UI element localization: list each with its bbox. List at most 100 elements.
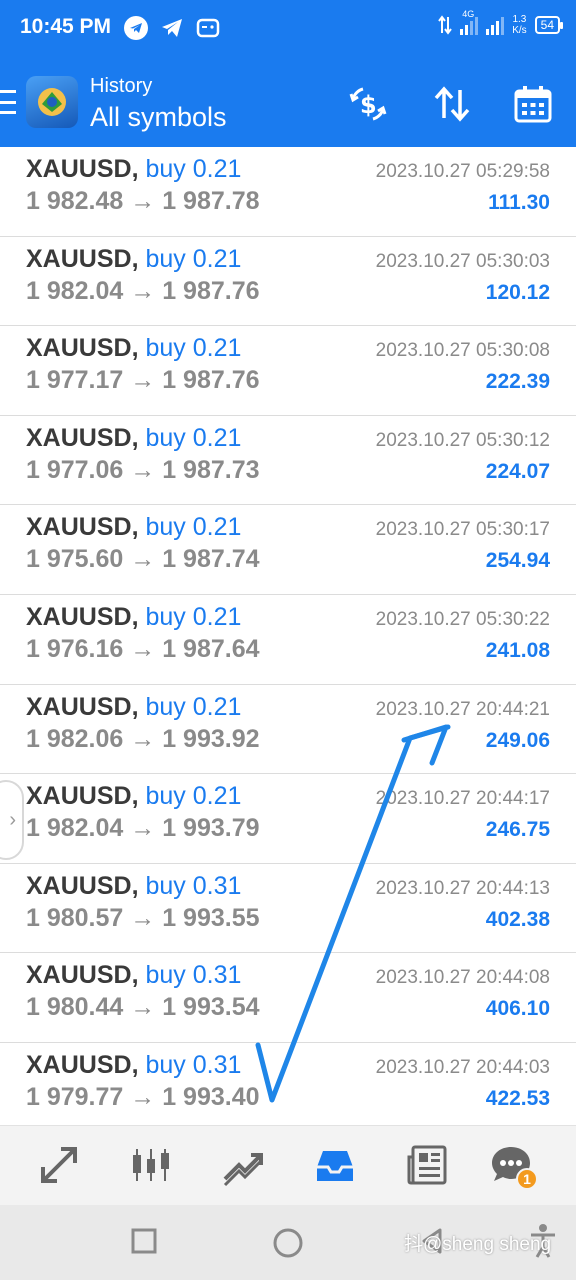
- trade-side: buy 0.21: [145, 155, 242, 183]
- trade-time: 2023.10.27 05:30:08: [375, 340, 550, 362]
- network-speed: 1.3 K/s: [512, 14, 526, 36]
- trade-side: buy 0.21: [145, 602, 242, 631]
- home-icon[interactable]: [272, 1227, 304, 1264]
- trade-time: 2023.10.27 20:44:03: [375, 1056, 550, 1078]
- trade-side: buy 0.31: [145, 871, 242, 900]
- status-right: 4G 1.3 K/s 54: [438, 9, 564, 36]
- app-bar: History All symbols $: [0, 60, 576, 147]
- trade-row[interactable]: XAUUSD, buy 0.31 1 979.77 → 1 993.40 202…: [0, 1043, 576, 1125]
- trade-prices: 1 980.44 → 1 993.54: [26, 993, 260, 1022]
- trade-symbol: XAUUSD,: [26, 513, 139, 542]
- edge-panel-handle[interactable]: ›: [0, 780, 24, 860]
- trade-profit: 111.30: [488, 191, 550, 214]
- trade-symbol: XAUUSD,: [26, 692, 139, 721]
- trade-row[interactable]: XAUUSD, buy 0.21 1 982.04 → 1 993.79 202…: [0, 774, 576, 864]
- trade-side: buy 0.21: [145, 692, 242, 721]
- menu-icon[interactable]: [0, 90, 16, 114]
- trade-prices: 1 982.48 → 1 987.78: [26, 187, 260, 215]
- trade-prices: 1 980.57 → 1 993.55: [26, 903, 260, 932]
- trade-symbol-line: XAUUSD, buy 0.21: [26, 603, 241, 632]
- status-time: 10:45 PM: [20, 15, 112, 38]
- trade-profit: 224.07: [485, 459, 550, 483]
- trade-profit: 241.08: [485, 638, 550, 662]
- trade-symbol-line: XAUUSD, buy 0.31: [26, 872, 241, 901]
- currency-exchange-icon[interactable]: $: [346, 82, 390, 126]
- trade-prices: 1 979.77 → 1 993.40: [26, 1082, 260, 1111]
- trade-side: buy 0.21: [145, 244, 242, 273]
- page-subtitle: History: [90, 75, 153, 97]
- recents-icon[interactable]: [130, 1227, 158, 1260]
- trade-side: buy 0.21: [145, 782, 242, 811]
- trade-prices: 1 982.04 → 1 987.76: [26, 276, 260, 305]
- trade-row[interactable]: XAUUSD, buy 0.21 1 977.17 → 1 987.76 202…: [0, 326, 576, 416]
- trade-symbol-line: XAUUSD, buy 0.21: [26, 782, 241, 811]
- network-label: 4G: [462, 9, 475, 19]
- trade-side: buy 0.21: [145, 513, 242, 542]
- trade-symbol: XAUUSD,: [26, 871, 139, 900]
- trade-symbol-line: XAUUSD, buy 0.21: [26, 245, 241, 274]
- bottom-navigation: 1: [0, 1125, 576, 1205]
- svg-text:$: $: [360, 91, 377, 119]
- trade-profit: 402.38: [485, 907, 550, 931]
- watermark-text: 抖@sheng sheng: [404, 1234, 552, 1255]
- game-icon: [196, 17, 220, 44]
- trade-icon[interactable]: [220, 1142, 266, 1188]
- trade-prices: 1 977.06 → 1 987.73: [26, 455, 260, 484]
- trade-prices: 1 977.17 → 1 987.76: [26, 366, 260, 395]
- trade-symbol-line: XAUUSD, buy 0.31: [26, 961, 241, 990]
- trade-time: 2023.10.27 20:44:08: [375, 967, 550, 989]
- trade-row[interactable]: XAUUSD, buy 0.21 1 976.16 → 1 987.64 202…: [0, 595, 576, 685]
- trade-prices: 1 982.04 → 1 993.79: [26, 814, 260, 843]
- trade-profit: 406.10: [485, 997, 550, 1021]
- trade-prices: 1 976.16 → 1 987.64: [26, 634, 260, 663]
- trade-symbol: XAUUSD,: [26, 1050, 139, 1079]
- speed-unit: K/s: [512, 25, 527, 36]
- trade-row[interactable]: XAUUSD, buy 0.21 1 975.60 → 1 987.74 202…: [0, 505, 576, 595]
- calendar-icon[interactable]: [511, 82, 555, 126]
- trade-row[interactable]: XAUUSD, buy 0.21 1 982.48 → 1 987.78 202…: [0, 147, 576, 237]
- trade-profit: 222.39: [485, 370, 550, 394]
- trade-symbol-line: XAUUSD, buy 0.21: [26, 424, 241, 453]
- trade-symbol: XAUUSD,: [26, 602, 139, 631]
- trade-time: 2023.10.27 05:30:22: [375, 608, 550, 630]
- trade-history-list[interactable]: XAUUSD, buy 0.21 1 982.48 → 1 987.78 202…: [0, 147, 576, 1125]
- history-icon[interactable]: [312, 1142, 358, 1188]
- trade-row[interactable]: XAUUSD, buy 0.31 1 980.44 → 1 993.54 202…: [0, 953, 576, 1043]
- top-header: 10:45 PM 4G 1.3 K/s 54 History All symbo…: [0, 0, 576, 147]
- quotes-icon[interactable]: [36, 1142, 82, 1188]
- trade-symbol-line: XAUUSD, buy 0.21: [26, 693, 241, 722]
- telegram-icon: [124, 16, 148, 40]
- trade-symbol: XAUUSD,: [26, 961, 139, 990]
- trade-symbol-line: XAUUSD, buy 0.21: [26, 155, 241, 184]
- trade-time: 2023.10.27 20:44:21: [375, 698, 550, 720]
- trade-prices: 1 975.60 → 1 987.74: [26, 545, 260, 574]
- trade-row[interactable]: XAUUSD, buy 0.21 1 982.06 → 1 993.92 202…: [0, 685, 576, 775]
- messages-badge: 1: [516, 1168, 538, 1190]
- messages-icon[interactable]: 1: [488, 1142, 538, 1190]
- trade-row[interactable]: XAUUSD, buy 0.31 1 980.57 → 1 993.55 202…: [0, 864, 576, 954]
- battery-level: 54: [540, 18, 554, 32]
- trade-time: 2023.10.27 05:29:58: [375, 161, 550, 182]
- news-icon[interactable]: [404, 1142, 450, 1188]
- trade-row[interactable]: XAUUSD, buy 0.21 1 982.04 → 1 987.76 202…: [0, 237, 576, 327]
- chart-icon[interactable]: [128, 1142, 174, 1188]
- trade-prices: 1 982.06 → 1 993.92: [26, 724, 260, 753]
- trade-symbol-line: XAUUSD, buy 0.21: [26, 513, 241, 542]
- trade-profit: 246.75: [485, 818, 550, 842]
- trade-symbol: XAUUSD,: [26, 334, 139, 363]
- trade-time: 2023.10.27 05:30:17: [375, 519, 550, 541]
- trade-time: 2023.10.27 20:44:13: [375, 877, 550, 899]
- trade-side: buy 0.31: [145, 961, 242, 990]
- sort-icon[interactable]: [430, 82, 474, 126]
- send-icon: [160, 16, 184, 45]
- page-title[interactable]: All symbols: [90, 102, 227, 133]
- trade-time: 2023.10.27 05:30:12: [375, 429, 550, 451]
- trade-row[interactable]: XAUUSD, buy 0.21 1 977.06 → 1 987.73 202…: [0, 416, 576, 506]
- trade-side: buy 0.21: [145, 334, 242, 363]
- trade-symbol-line: XAUUSD, buy 0.21: [26, 334, 241, 363]
- trade-profit: 120.12: [485, 280, 550, 304]
- system-navigation-bar: 抖@sheng sheng: [0, 1205, 576, 1280]
- trade-side: buy 0.31: [145, 1050, 242, 1079]
- trade-symbol: XAUUSD,: [26, 423, 139, 452]
- battery-icon: 54: [534, 16, 564, 34]
